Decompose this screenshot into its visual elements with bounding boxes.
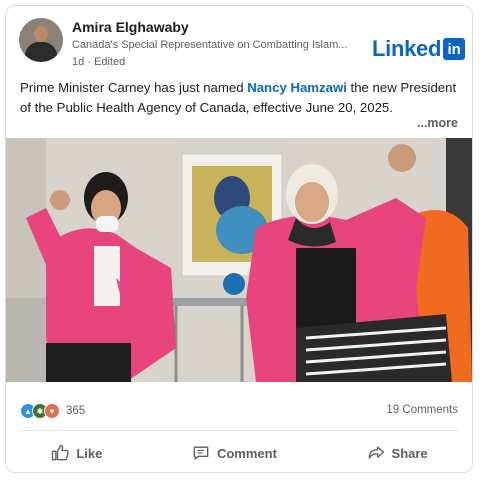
- like-label: Like: [76, 445, 103, 461]
- comment-label: Comment: [216, 445, 277, 461]
- photo-illustration: [6, 138, 472, 382]
- comments-count[interactable]: 19 Comments: [386, 404, 458, 416]
- meta-separator: ·: [87, 56, 91, 68]
- actions-divider: [20, 430, 458, 431]
- share-label: Share: [391, 445, 428, 461]
- post-text: Prime Minister Carney has just named Nan…: [20, 78, 460, 118]
- share-button[interactable]: Share: [366, 443, 428, 463]
- edited-label: Edited: [94, 56, 126, 68]
- avatar-body: [25, 42, 57, 62]
- love-icon: ♥: [44, 403, 60, 419]
- comment-bubble-icon: [193, 446, 209, 460]
- post-photo[interactable]: [6, 138, 472, 382]
- reactions-summary[interactable]: ▲ ✱ ♥ 365: [20, 403, 85, 419]
- author-avatar[interactable]: [19, 18, 63, 62]
- linkedin-logo-word: Linked: [372, 36, 442, 61]
- like-button[interactable]: Like: [50, 443, 102, 463]
- author-name[interactable]: Amira Elghawaby: [72, 19, 189, 35]
- reaction-count[interactable]: 365: [66, 405, 85, 417]
- thumbs-up-icon: [52, 444, 70, 461]
- comment-button[interactable]: Comment: [191, 443, 277, 463]
- action-bar: Like Comment Share: [6, 440, 472, 466]
- see-more-link[interactable]: ...more: [417, 116, 458, 130]
- avatar-face: [34, 26, 48, 42]
- post-text-before: Prime Minister Carney has just named: [20, 80, 248, 95]
- author-headline: Canada's Special Representative on Comba…: [72, 39, 348, 51]
- post-card: Amira Elghawaby Canada's Special Represe…: [5, 5, 473, 473]
- post-time: 1d: [72, 56, 85, 68]
- post-meta: 1d · Edited: [72, 56, 125, 68]
- mention-link[interactable]: Nancy Hamzawi: [247, 80, 347, 95]
- share-arrow-icon: [368, 446, 384, 459]
- linkedin-logo: Linked in: [372, 36, 466, 61]
- linkedin-logo-box: in: [443, 38, 466, 60]
